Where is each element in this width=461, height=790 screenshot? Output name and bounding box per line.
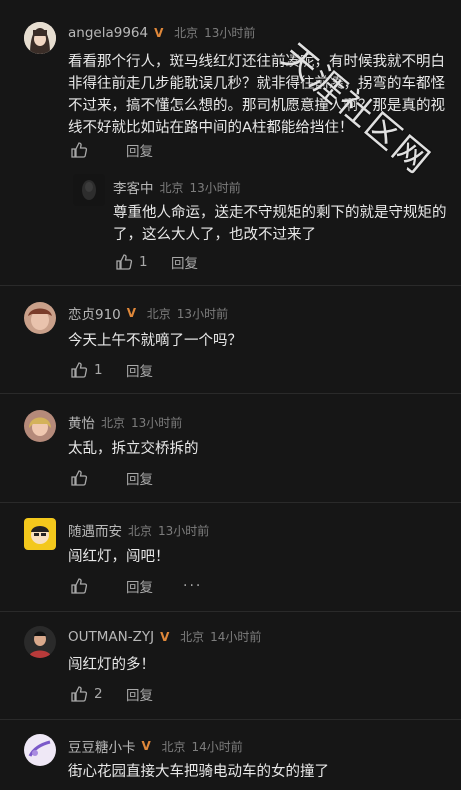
username[interactable]: 豆豆糖小卡: [68, 736, 136, 756]
comment-text: 太乱，拆立交桥拆的: [68, 441, 199, 457]
like-count: 2: [94, 686, 103, 702]
thumbs-up-icon: [71, 142, 88, 158]
reply-button[interactable]: 回复: [126, 360, 153, 380]
avatar[interactable]: [24, 302, 56, 334]
like-button[interactable]: [70, 469, 126, 487]
reply-button[interactable]: 回复: [126, 140, 153, 160]
location: 北京: [159, 180, 184, 195]
comment-text: 街心花园直接大车把骑电动车的女的撞了: [68, 764, 329, 780]
avatar[interactable]: [24, 626, 56, 658]
timestamp: 14小时前: [191, 739, 243, 754]
divider: [0, 719, 461, 720]
thumbs-up-icon: [71, 470, 88, 486]
timestamp: 13小时前: [176, 306, 229, 321]
thumbs-up-icon: [116, 254, 133, 270]
timestamp: 13小时前: [131, 415, 183, 430]
v-badge-icon: V: [126, 306, 137, 320]
timestamp: 13小时前: [204, 26, 256, 40]
more-options-icon[interactable]: ···: [183, 578, 202, 594]
v-badge-icon: V: [141, 739, 151, 753]
comment-text: 尊重他人命运，送走不守规矩的剩下的就是守规矩的了，这么大人了，也改不过来了: [113, 205, 447, 243]
username[interactable]: 随遇而安: [68, 520, 122, 540]
location: 北京: [101, 415, 126, 430]
username[interactable]: 恋贞910: [68, 303, 121, 323]
divider: [0, 502, 461, 503]
divider: [0, 285, 461, 286]
like-button[interactable]: 1: [115, 253, 171, 271]
location: 北京: [161, 739, 186, 754]
thumbs-up-icon: [71, 362, 88, 378]
timestamp: 13小时前: [158, 523, 210, 538]
like-button[interactable]: [70, 141, 126, 159]
v-badge-icon: V: [154, 25, 164, 40]
avatar[interactable]: [24, 734, 56, 766]
avatar[interactable]: [24, 518, 56, 550]
like-count: 1: [94, 362, 103, 378]
avatar[interactable]: [73, 174, 105, 206]
comment-text: 闯红灯，闯吧！: [68, 549, 170, 565]
like-button[interactable]: 1: [70, 361, 126, 379]
like-count: 1: [139, 254, 148, 270]
avatar[interactable]: [24, 410, 56, 442]
like-button[interactable]: [70, 577, 126, 595]
username[interactable]: angela9964: [68, 25, 148, 41]
reply-button[interactable]: 回复: [126, 684, 153, 704]
like-button[interactable]: 2: [70, 685, 126, 703]
location: 北京: [146, 306, 171, 321]
v-badge-icon: V: [160, 629, 170, 644]
thumbs-up-icon: [71, 686, 88, 702]
location: 北京: [180, 630, 205, 644]
location: 北京: [128, 523, 153, 538]
reply-button[interactable]: 回复: [171, 252, 198, 272]
timestamp: 14小时前: [210, 630, 262, 644]
timestamp: 13小时前: [189, 180, 241, 195]
location: 北京: [174, 26, 199, 40]
username[interactable]: OUTMAN-ZYJ: [68, 629, 154, 645]
username[interactable]: 李客中: [113, 177, 154, 197]
reply-button[interactable]: 回复: [126, 468, 153, 488]
comment-text: 闯红灯的多！: [68, 657, 155, 673]
reply-button[interactable]: 回复: [126, 576, 153, 596]
divider: [0, 393, 461, 394]
divider: [0, 611, 461, 612]
avatar[interactable]: [24, 22, 56, 54]
username[interactable]: 黄怡: [68, 412, 95, 432]
thumbs-up-icon: [71, 578, 88, 594]
comment-text: 今天上午不就嘀了一个吗？: [68, 333, 242, 349]
